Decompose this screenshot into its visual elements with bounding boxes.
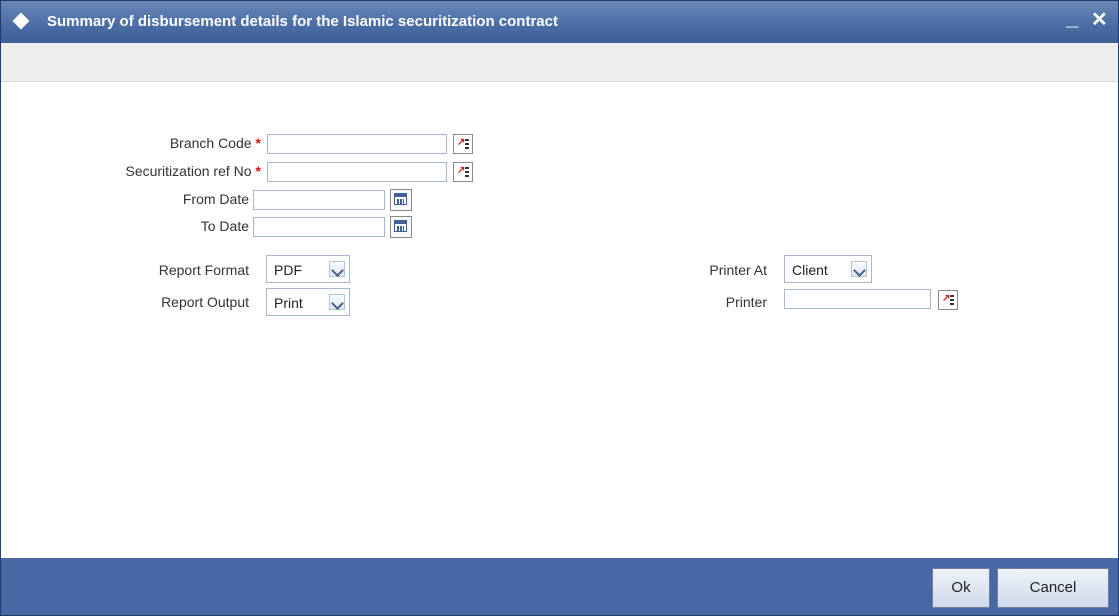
calendar-icon	[394, 220, 407, 232]
report-format-value: PDF	[274, 262, 302, 278]
calendar-icon	[394, 193, 407, 205]
chevron-down-icon	[329, 294, 345, 310]
chevron-down-icon	[329, 261, 345, 277]
from-date-calendar-button[interactable]	[390, 189, 412, 211]
branch-code-label: Branch Code *	[71, 135, 261, 151]
branch-code-input[interactable]	[267, 134, 447, 154]
cancel-button[interactable]: Cancel	[997, 568, 1109, 608]
diamond-icon	[12, 12, 30, 30]
minimize-button[interactable]: _	[1066, 5, 1078, 31]
securitization-ref-no-label-text: Securitization ref No	[125, 163, 252, 179]
ok-button[interactable]: Ok	[932, 568, 990, 608]
toolbar-strip	[1, 43, 1118, 82]
printer-input[interactable]	[784, 289, 931, 309]
report-output-select[interactable]: Print	[266, 288, 350, 316]
to-date-label: To Date	[200, 218, 249, 234]
printer-at-value: Client	[792, 262, 828, 278]
to-date-input[interactable]	[253, 217, 385, 237]
window-title: Summary of disbursement details for the …	[47, 13, 558, 30]
title-bar: Summary of disbursement details for the …	[1, 1, 1118, 43]
printer-at-label: Printer At	[709, 262, 767, 278]
printer-at-select[interactable]: Client	[784, 255, 872, 283]
report-output-value: Print	[274, 295, 303, 311]
report-format-label: Report Format	[158, 262, 249, 278]
securitization-ref-no-label: Securitization ref No *	[71, 163, 261, 179]
branch-code-label-text: Branch Code	[169, 135, 252, 151]
branch-code-lov-button[interactable]: ↗	[453, 134, 473, 154]
securitization-ref-no-input[interactable]	[267, 162, 447, 182]
close-button[interactable]: ✕	[1091, 7, 1108, 32]
chevron-down-icon	[851, 261, 867, 277]
report-format-select[interactable]: PDF	[266, 255, 350, 283]
securitization-ref-no-required-mark: *	[255, 163, 261, 179]
from-date-label: From Date	[182, 191, 249, 207]
list-lines-icon	[950, 295, 954, 305]
securitization-ref-no-lov-button[interactable]: ↗	[453, 162, 473, 182]
list-lines-icon	[465, 139, 469, 149]
to-date-calendar-button[interactable]	[390, 216, 412, 238]
list-lines-icon	[465, 167, 469, 177]
printer-lov-button[interactable]: ↗	[938, 290, 958, 310]
printer-label: Printer	[725, 294, 767, 310]
dialog-window: Summary of disbursement details for the …	[0, 0, 1119, 616]
from-date-input[interactable]	[253, 190, 385, 210]
branch-code-required-mark: *	[255, 135, 261, 151]
report-output-label: Report Output	[161, 294, 249, 310]
